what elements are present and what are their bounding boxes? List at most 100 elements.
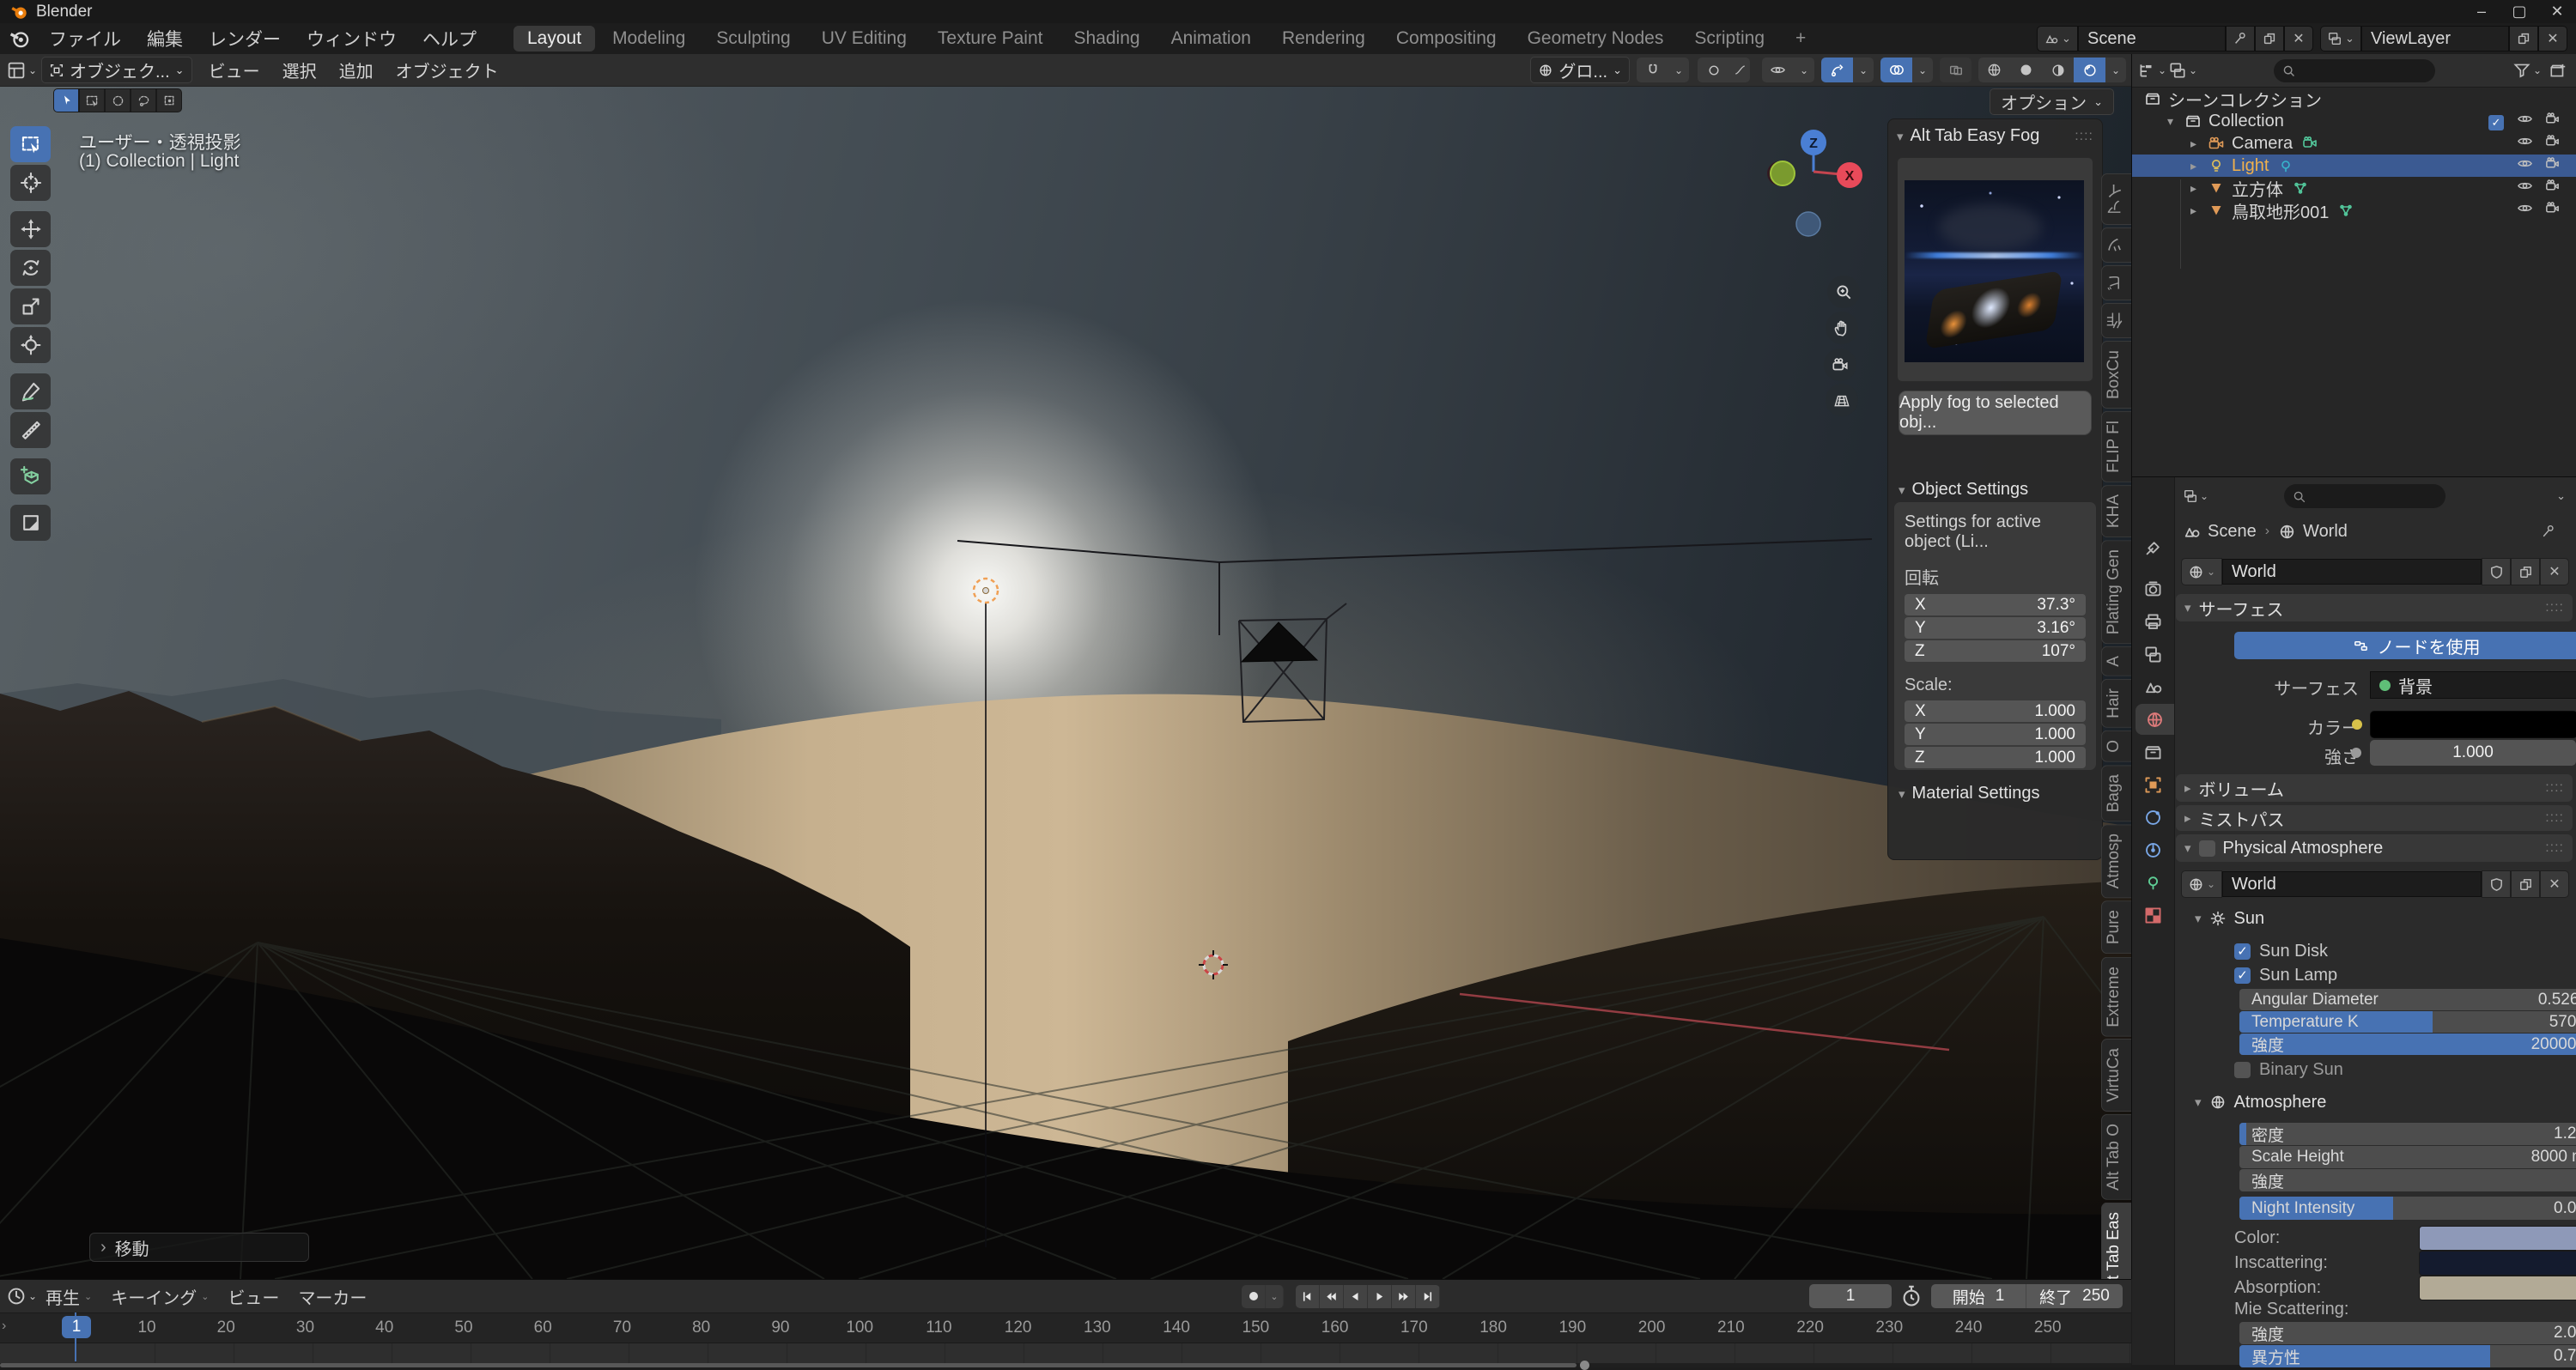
- world-color-swatch[interactable]: [2370, 711, 2576, 738]
- side-tab-hair[interactable]: Hair: [2101, 679, 2131, 728]
- world-id-icon[interactable]: ⌄: [2181, 558, 2222, 585]
- side-tab-o[interactable]: O: [2101, 730, 2131, 762]
- properties-tab-physics[interactable]: [2132, 802, 2174, 833]
- atmo-color-swatch-1[interactable]: [2419, 1251, 2576, 1276]
- maximize-button[interactable]: ▢: [2500, 0, 2538, 23]
- editor-type-button[interactable]: ⌄: [9, 60, 34, 81]
- overlays-toggle[interactable]: [1880, 58, 1912, 82]
- hide-eye-toggle[interactable]: [2517, 111, 2533, 132]
- scale-field-z[interactable]: Z1.000: [1905, 747, 2086, 768]
- night-intensity-slider-0[interactable]: Night Intensity0.02: [2239, 1197, 2576, 1220]
- sun-disk-checkbox[interactable]: ✓: [2234, 943, 2251, 960]
- strength-slider[interactable]: 1.000: [2370, 740, 2576, 766]
- object-name[interactable]: Collection: [2208, 112, 2284, 131]
- object-name[interactable]: Camera: [2232, 134, 2293, 154]
- atmo-color-swatch-2[interactable]: [2419, 1276, 2576, 1300]
- properties-tab-tool[interactable]: [2132, 532, 2174, 563]
- disable-render-toggle[interactable]: [2544, 111, 2561, 132]
- pan-hand-icon[interactable]: [1826, 312, 1858, 344]
- volume-panel-header[interactable]: ▸ボリューム::::: [2176, 774, 2573, 802]
- properties-tab-output[interactable]: [2132, 606, 2174, 637]
- properties-tab-world[interactable]: [2136, 704, 2174, 735]
- shading-dropdown[interactable]: ⌄: [2105, 58, 2126, 82]
- scrollbar-handle-dot[interactable]: [1580, 1361, 1589, 1370]
- properties-tab-object[interactable]: [2132, 769, 2174, 800]
- outliner-search-input[interactable]: [2274, 59, 2435, 82]
- scene-datablock-icon[interactable]: ⌄: [2037, 26, 2078, 52]
- previous-keyframe-button[interactable]: [1320, 1285, 1344, 1308]
- sun-slider-1[interactable]: Temperature K5700: [2239, 1011, 2576, 1033]
- disable-render-toggle[interactable]: [2544, 133, 2561, 155]
- sun-lamp-checkbox[interactable]: ✓: [2234, 967, 2251, 984]
- side-tab-pure[interactable]: Pure: [2101, 900, 2131, 954]
- viewlayer-name-field[interactable]: ViewLayer: [2361, 26, 2509, 52]
- workspace-tab-layout[interactable]: Layout: [513, 26, 595, 52]
- duplicate-button[interactable]: [2511, 558, 2540, 585]
- select-box-button[interactable]: [79, 88, 105, 112]
- app-menu-ヘルプ[interactable]: ヘルプ: [410, 23, 489, 54]
- outliner-row-Camera[interactable]: ▸Camera: [2132, 132, 2576, 155]
- play-button[interactable]: [1368, 1285, 1392, 1308]
- snap-magnet-toggle[interactable]: [1637, 58, 1668, 82]
- side-tab-atmosp[interactable]: Atmosp: [2101, 824, 2131, 898]
- workspace-tab-scripting[interactable]: Scripting: [1680, 26, 1778, 52]
- shading-material-button[interactable]: [2042, 58, 2074, 82]
- side-tab-extreme[interactable]: Extreme: [2101, 957, 2131, 1037]
- world-id-icon[interactable]: ⌄: [2181, 870, 2222, 898]
- app-menu-ウィンドウ[interactable]: ウィンドウ: [294, 23, 410, 54]
- side-tab-ビ[interactable]: ビ: [2101, 265, 2131, 300]
- timeline-menu-ビュー[interactable]: ビュー: [218, 1284, 289, 1309]
- sun-lamp[interactable]: ✓Sun Lamp: [2234, 965, 2561, 985]
- expander-icon[interactable]: ▸: [2190, 159, 2208, 173]
- new-viewlayer-button[interactable]: [2509, 26, 2538, 52]
- duplicate-button[interactable]: [2511, 870, 2540, 898]
- pin-id-icon[interactable]: [2540, 523, 2557, 540]
- addon-enable-checkbox[interactable]: [2199, 840, 2215, 857]
- timeline-ruler[interactable]: › 10203040506070809010011012013014015016…: [0, 1313, 2131, 1343]
- side-tab-alt-tab-o[interactable]: Alt Tab O: [2101, 1114, 2131, 1200]
- tweak-button[interactable]: [53, 88, 79, 112]
- binary-sun[interactable]: Binary Sun: [2234, 1059, 2561, 1080]
- properties-tab-render[interactable]: [2132, 573, 2174, 604]
- viewlayer-icon[interactable]: ⌄: [2320, 26, 2361, 52]
- blender-menu-icon[interactable]: [9, 27, 31, 50]
- outliner-funnel-filter-icon[interactable]: ⌄: [2512, 61, 2542, 80]
- rotation-field-z[interactable]: Z107°: [1905, 640, 2086, 662]
- select-paint-button[interactable]: [156, 88, 182, 112]
- rotation-field-y[interactable]: Y3.16°: [1905, 617, 2086, 639]
- visibility-checkbox[interactable]: ✓: [2488, 112, 2504, 131]
- unlink-scene-button[interactable]: ✕: [2284, 26, 2313, 52]
- properties-tab-object-data[interactable]: [2132, 867, 2174, 898]
- workspace-tab-modeling[interactable]: Modeling: [598, 26, 699, 52]
- mode-dropdown[interactable]: オブジェク... ⌄: [41, 57, 192, 83]
- side-tab-アイ[interactable]: アイ: [2101, 173, 2131, 225]
- scale-field-x[interactable]: X1.000: [1905, 700, 2086, 722]
- side-tab-baga[interactable]: Baga: [2101, 765, 2131, 821]
- outliner-row-鳥取地形001[interactable]: ▸鳥取地形001: [2132, 199, 2576, 221]
- hide-eye-toggle[interactable]: [2517, 133, 2533, 155]
- xray-toggle[interactable]: [1940, 58, 1971, 82]
- workspace-tab-rendering[interactable]: Rendering: [1268, 26, 1379, 52]
- side-tab-kha[interactable]: KHA: [2101, 485, 2131, 537]
- side-tab-boxcu[interactable]: BoxCu: [2101, 341, 2131, 409]
- scene-name-field[interactable]: Scene: [2078, 26, 2226, 52]
- mie-slider-1[interactable]: 異方性0.70: [2239, 1345, 2576, 1367]
- minimize-button[interactable]: –: [2463, 0, 2500, 23]
- outliner-display-mode-dropdown[interactable]: ⌄: [2139, 61, 2165, 80]
- proportional-falloff-dropdown[interactable]: [1729, 58, 1750, 82]
- outliner-filter-image-dropdown[interactable]: ⌄: [2170, 61, 2196, 80]
- mist-panel-header[interactable]: ▸ミストパス::::: [2176, 805, 2573, 831]
- object-name[interactable]: 鳥取地形001: [2232, 198, 2329, 223]
- viewport-menu-選択[interactable]: 選択: [271, 58, 328, 82]
- timeline-scrollbar[interactable]: [0, 1363, 2131, 1367]
- new-collection-icon[interactable]: [2547, 61, 2569, 80]
- unlink-button[interactable]: ✕: [2540, 558, 2569, 585]
- workspace-tab-sculpting[interactable]: Sculpting: [702, 26, 804, 52]
- hide-eye-toggle[interactable]: [2517, 155, 2533, 177]
- hide-eye-toggle[interactable]: [2517, 200, 2533, 221]
- side-tab-virtuca[interactable]: VirtuCa: [2101, 1039, 2131, 1112]
- move-tool-button[interactable]: [10, 211, 51, 247]
- viewport-menu-オブジェクト[interactable]: オブジェクト: [385, 58, 510, 82]
- side-tab-plating-gen[interactable]: Plating Gen: [2101, 540, 2131, 644]
- fake-user-button[interactable]: [2482, 870, 2511, 898]
